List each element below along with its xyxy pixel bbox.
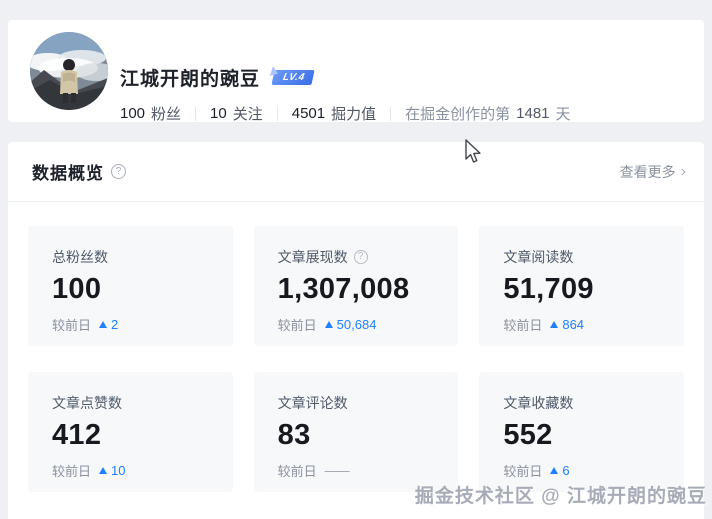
- following-label: 关注: [233, 103, 263, 124]
- card-label-text: 文章收藏数: [503, 393, 573, 413]
- delta-value: 864: [562, 317, 584, 332]
- delta-label: 较前日: [278, 315, 317, 334]
- divider: [390, 107, 391, 121]
- data-overview-panel: 数据概览 ? 查看更多 › 总粉丝数 100 较前日 2 文章展现数: [8, 142, 704, 519]
- delta-value: 10: [111, 463, 125, 478]
- delta-group: 10: [99, 463, 125, 478]
- followers-stat: 100 粉丝: [120, 103, 181, 124]
- delta-label: 较前日: [52, 461, 91, 480]
- avatar: [30, 32, 108, 110]
- delta-group: 50,684: [325, 317, 377, 332]
- delta-up-icon: [550, 467, 558, 474]
- level-badge[interactable]: LV.4: [271, 70, 314, 85]
- card-value: 83: [278, 419, 435, 452]
- card-delta: 较前日 50,684: [278, 315, 435, 334]
- view-more-link[interactable]: 查看更多 ›: [620, 162, 686, 182]
- card-label: 文章评论数: [278, 393, 435, 413]
- divider: [195, 107, 196, 121]
- delta-group: 864: [550, 317, 584, 332]
- delta-label: 较前日: [52, 315, 91, 334]
- level-badge-label: LV.4: [282, 72, 306, 83]
- delta-group: 6: [550, 463, 569, 478]
- divider: [277, 107, 278, 121]
- delta-label: 较前日: [503, 315, 542, 334]
- card-label-text: 文章展现数: [278, 247, 348, 267]
- creation-days-value: 1481: [516, 105, 549, 122]
- stat-card-article-likes: 文章点赞数 412 较前日 10: [28, 372, 233, 492]
- delta-up-icon: [99, 321, 107, 328]
- chevron-right-icon: ›: [681, 164, 686, 180]
- creation-days: 在掘金创作的第 1481 天: [405, 103, 570, 124]
- power-stat: 4501 掘力值: [292, 103, 376, 124]
- delta-label: 较前日: [278, 461, 317, 480]
- following-stat: 10 关注: [210, 103, 263, 124]
- stat-card-article-impressions: 文章展现数 ? 1,307,008 较前日 50,684: [254, 226, 459, 346]
- card-label: 总粉丝数: [52, 247, 209, 267]
- followers-count: 100: [120, 105, 145, 122]
- profile-header-card: 江城开朗的豌豆 LV.4 100 粉丝 10 关注 4501 掘力值 在掘金创作…: [8, 20, 704, 122]
- view-more-label: 查看更多: [620, 162, 676, 182]
- following-count: 10: [210, 105, 227, 122]
- card-value: 1,307,008: [278, 273, 435, 306]
- stat-card-article-bookmarks: 文章收藏数 552 较前日 6: [479, 372, 684, 492]
- card-label-text: 文章阅读数: [503, 247, 573, 267]
- card-label-text: 文章评论数: [278, 393, 348, 413]
- level-badge-icon: [269, 65, 278, 76]
- card-label: 文章点赞数: [52, 393, 209, 413]
- card-label-text: 文章点赞数: [52, 393, 122, 413]
- stat-card-article-reads: 文章阅读数 51,709 较前日 864: [479, 226, 684, 346]
- delta-label: 较前日: [503, 461, 542, 480]
- creation-days-prefix: 在掘金创作的第: [405, 103, 510, 124]
- card-label: 文章收藏数: [503, 393, 660, 413]
- delta-none-value: ——: [325, 463, 349, 478]
- card-delta: 较前日 864: [503, 315, 660, 334]
- card-delta: 较前日 ——: [278, 461, 435, 480]
- stat-cards-grid: 总粉丝数 100 较前日 2 文章展现数 ? 1,307,008 较前日: [8, 202, 704, 492]
- card-delta: 较前日 10: [52, 461, 209, 480]
- delta-value: 6: [562, 463, 569, 478]
- stat-card-article-comments: 文章评论数 83 较前日 ——: [254, 372, 459, 492]
- name-row: 江城开朗的豌豆 LV.4: [120, 64, 313, 91]
- delta-up-icon: [550, 321, 558, 328]
- creation-days-suffix: 天: [556, 103, 571, 124]
- stat-card-total-followers: 总粉丝数 100 较前日 2: [28, 226, 233, 346]
- card-value: 51,709: [503, 273, 660, 306]
- card-value: 412: [52, 419, 209, 452]
- panel-title: 数据概览: [32, 159, 104, 184]
- username: 江城开朗的豌豆: [120, 64, 260, 91]
- delta-up-icon: [325, 321, 333, 328]
- card-delta: 较前日 6: [503, 461, 660, 480]
- panel-title-wrap: 数据概览 ?: [32, 159, 126, 184]
- card-label: 文章展现数 ?: [278, 247, 435, 267]
- card-delta: 较前日 2: [52, 315, 209, 334]
- delta-value: 50,684: [337, 317, 377, 332]
- delta-value: 2: [111, 317, 118, 332]
- delta-group: 2: [99, 317, 118, 332]
- help-icon[interactable]: ?: [111, 164, 126, 179]
- panel-header: 数据概览 ? 查看更多 ›: [8, 142, 704, 202]
- watermark: 掘金技术社区 @ 江城开朗的豌豆: [415, 481, 707, 508]
- profile-stats-row: 100 粉丝 10 关注 4501 掘力值 在掘金创作的第 1481 天: [120, 103, 571, 124]
- card-label: 文章阅读数: [503, 247, 660, 267]
- avatar-image: [30, 32, 108, 110]
- followers-label: 粉丝: [151, 103, 181, 124]
- delta-up-icon: [99, 467, 107, 474]
- power-count: 4501: [292, 105, 325, 122]
- help-icon[interactable]: ?: [354, 250, 368, 264]
- power-label: 掘力值: [331, 103, 376, 124]
- mouse-cursor-icon: [464, 139, 484, 170]
- card-value: 100: [52, 273, 209, 306]
- card-value: 552: [503, 419, 660, 452]
- card-label-text: 总粉丝数: [52, 247, 108, 267]
